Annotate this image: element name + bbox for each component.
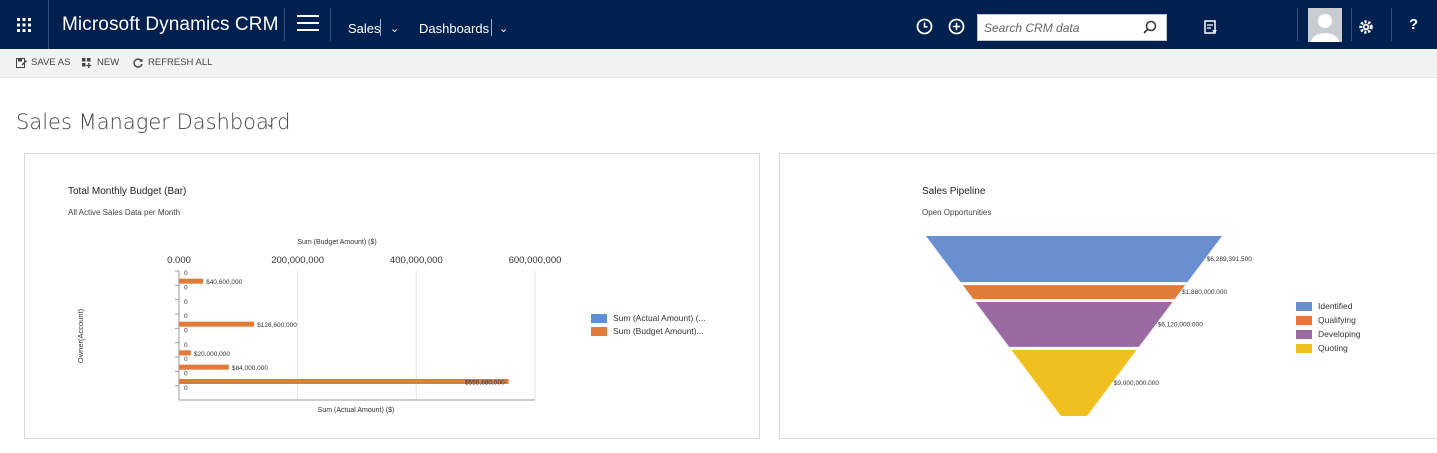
data-label: 0 — [184, 342, 188, 349]
top-axis-label: Sum (Budget Amount) ($) — [297, 239, 376, 246]
funnel-segment — [975, 301, 1173, 347]
data-label: $9,000,000.000 — [1114, 380, 1160, 387]
search-box[interactable] — [977, 14, 1167, 41]
legend-swatch — [1296, 343, 1312, 353]
divider — [380, 19, 381, 36]
chevron-down-icon[interactable]: ⌄ — [390, 22, 399, 35]
bar — [179, 350, 191, 356]
top-nav-bar: Microsoft Dynamics CRM Sales ⌄ Dashboard… — [0, 0, 1437, 49]
refresh-all-label: REFRESH ALL — [148, 57, 213, 68]
legend-label: Sum (Budget Amount)... — [613, 326, 704, 336]
data-label: 0 — [184, 270, 188, 277]
chevron-down-icon[interactable]: ⌄ — [265, 116, 275, 130]
divider — [1351, 8, 1352, 41]
save-as-label: SAVE AS — [31, 57, 71, 68]
data-label: 0 — [184, 356, 188, 363]
divider — [1391, 8, 1392, 41]
recent-clock-icon[interactable] — [916, 18, 933, 35]
advanced-find-icon[interactable] — [1203, 19, 1219, 35]
tick-label: 0.000 — [167, 255, 191, 266]
divider — [491, 19, 492, 36]
chart-panel-budget: Total Monthly Budget (Bar) All Active Sa… — [24, 153, 760, 439]
tick-label: 200,000,000 — [271, 255, 324, 266]
app-launcher-icon[interactable] — [0, 0, 49, 49]
legend-swatch — [1296, 329, 1312, 339]
app-title[interactable]: Microsoft Dynamics CRM — [62, 14, 279, 36]
save-as-button[interactable]: SAVE AS — [16, 57, 70, 68]
x-axis-label: Sum (Actual Amount) ($) — [318, 407, 395, 414]
data-label: $555,680,000 — [465, 380, 505, 387]
command-bar: SAVE AS NEW REFRESH ALL — [0, 49, 1437, 78]
data-label: 0 — [184, 371, 188, 378]
refresh-all-button[interactable]: REFRESH ALL — [133, 57, 212, 68]
help-button[interactable]: ? — [1409, 16, 1418, 33]
nav-dashboards[interactable]: Dashboards — [419, 21, 489, 36]
legend-item[interactable]: Quoting — [1296, 341, 1361, 355]
search-icon[interactable] — [1143, 20, 1157, 34]
funnel-legend: Identified Qualifying Developing Quoting — [1296, 299, 1361, 355]
chart-panel-pipeline: Sales Pipeline Open Opportunities $6,289… — [779, 153, 1437, 439]
data-label: 0 — [184, 285, 188, 292]
data-label: $84,000,000 — [232, 365, 269, 372]
bar — [179, 379, 509, 384]
legend-label: Sum (Actual Amount) (... — [613, 313, 706, 323]
legend-swatch — [1296, 301, 1312, 311]
data-label: 0 — [184, 385, 188, 392]
new-icon — [82, 57, 93, 68]
data-label: $126,600,000 — [257, 322, 297, 329]
data-label: 0 — [184, 313, 188, 320]
legend-label: Quoting — [1318, 343, 1348, 353]
bar — [179, 364, 229, 370]
legend-item[interactable]: Sum (Budget Amount)... — [591, 326, 704, 336]
data-label: $20,000,000 — [194, 351, 231, 358]
bar-chart: Sum (Budget Amount) ($) Owner(Account) S… — [76, 239, 562, 414]
data-label: 0 — [184, 328, 188, 335]
page-title[interactable]: Sales Manager Dashboard — [16, 110, 291, 134]
data-label: $40,600,000 — [206, 279, 243, 286]
hamburger-menu-icon[interactable] — [297, 15, 319, 33]
settings-gear-icon[interactable] — [1358, 19, 1374, 35]
data-label: $6,120,000.000 — [1158, 321, 1204, 328]
funnel-segment — [926, 236, 1222, 283]
chevron-down-icon[interactable]: ⌄ — [499, 22, 508, 35]
legend-item[interactable]: Identified — [1296, 299, 1361, 313]
create-plus-icon[interactable] — [948, 18, 965, 35]
legend-swatch — [591, 326, 607, 336]
new-label: NEW — [97, 57, 120, 68]
tick-label: 600,000,000 — [509, 255, 562, 266]
funnel-chart: $6,289,391.500 $1,880,000.000 $6,120,000.0… — [926, 236, 1253, 416]
legend-item[interactable]: Developing — [1296, 327, 1361, 341]
save-as-icon — [16, 57, 27, 68]
legend-label: Identified — [1318, 301, 1353, 311]
tick-label: 400,000,000 — [390, 255, 443, 266]
avatar[interactable] — [1308, 8, 1342, 42]
data-label: $1,880,000.000 — [1182, 289, 1228, 296]
divider — [1297, 8, 1298, 41]
divider — [330, 8, 331, 41]
legend-label: Developing — [1318, 329, 1361, 339]
data-label: 0 — [184, 299, 188, 306]
refresh-icon — [133, 57, 144, 68]
y-axis-label: Owner(Account) — [76, 308, 85, 363]
legend-item[interactable]: Qualifying — [1296, 313, 1361, 327]
legend-item[interactable]: Sum (Actual Amount) (... — [591, 313, 706, 323]
divider — [284, 8, 285, 41]
legend-label: Qualifying — [1318, 315, 1356, 325]
legend-swatch — [1296, 315, 1312, 325]
funnel-segment — [962, 285, 1186, 299]
bar — [179, 321, 255, 327]
bar — [179, 278, 204, 284]
legend-swatch — [591, 313, 607, 323]
search-input[interactable] — [978, 15, 1138, 40]
nav-sales[interactable]: Sales — [348, 21, 381, 36]
data-label: $6,289,391.500 — [1207, 256, 1253, 263]
new-button[interactable]: NEW — [82, 57, 119, 68]
